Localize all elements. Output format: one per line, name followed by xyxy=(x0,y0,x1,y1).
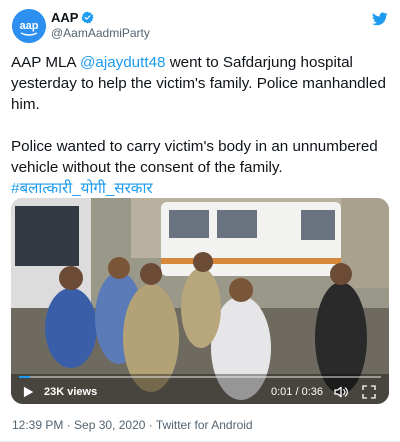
twitter-bird-icon[interactable] xyxy=(372,11,388,27)
tweet-paragraph-1: AAP MLA @ajaydutt48 went to Safdarjung h… xyxy=(11,52,391,115)
fullscreen-icon[interactable] xyxy=(361,384,377,400)
account-handle[interactable]: @AamAadmiParty xyxy=(51,26,150,41)
tweet-header: aap AAP @AamAadmiParty xyxy=(12,9,390,45)
aap-logo-icon: aap xyxy=(12,9,46,43)
hashtag-link[interactable]: #बलात्कारी_योगी_सरकार xyxy=(11,180,153,197)
tweet-text-segment: Police wanted to carry victim's body in … xyxy=(11,138,378,176)
play-icon[interactable] xyxy=(21,385,35,399)
verified-badge-icon xyxy=(81,11,94,24)
mention-link[interactable]: @ajaydutt48 xyxy=(80,54,166,71)
tweet-timestamp[interactable]: 12:39 PM · Sep 30, 2020 · Twitter for An… xyxy=(12,418,253,432)
video-controls: 23K views 0:01 / 0:36 xyxy=(11,374,389,404)
video-player[interactable]: 23K views 0:01 / 0:36 xyxy=(11,198,389,404)
avatar[interactable]: aap xyxy=(12,9,46,43)
tweet-paragraph-2: Police wanted to carry victim's body in … xyxy=(11,136,391,199)
video-progress-bar[interactable] xyxy=(19,376,381,378)
video-time: 0:01 / 0:36 xyxy=(271,386,323,398)
account-names: AAP @AamAadmiParty xyxy=(51,10,150,41)
svg-text:aap: aap xyxy=(20,20,39,32)
tweet-text: AAP MLA @ajaydutt48 went to Safdarjung h… xyxy=(11,52,391,199)
display-name[interactable]: AAP xyxy=(51,10,78,25)
tweet-text-segment: AAP MLA xyxy=(11,54,80,71)
view-count: 23K views xyxy=(44,386,98,398)
volume-icon[interactable] xyxy=(333,384,349,400)
tweet-card: aap AAP @AamAadmiParty AAP MLA @ajaydutt… xyxy=(0,0,400,442)
video-progress-fill xyxy=(19,376,30,378)
